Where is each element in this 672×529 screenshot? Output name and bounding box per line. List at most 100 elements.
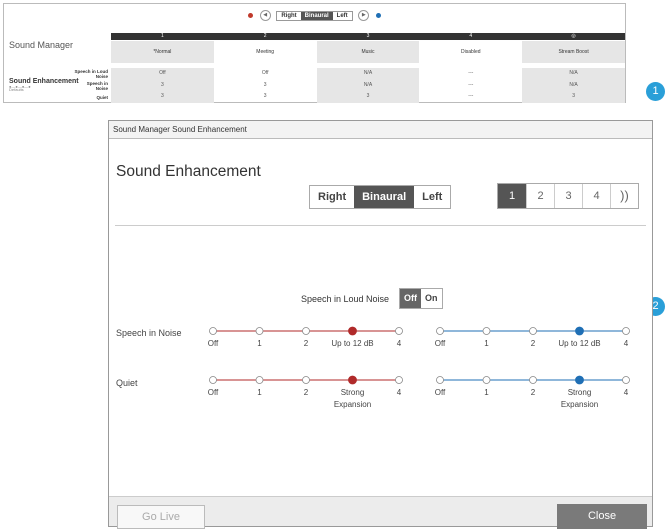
slider-step[interactable]	[529, 376, 537, 384]
dialog-heading: Sound Enhancement	[116, 163, 261, 180]
close-button[interactable]: Close	[557, 504, 647, 529]
program-number[interactable]: 2	[214, 33, 317, 40]
program-number[interactable]: 4	[419, 33, 522, 40]
slider-thumb[interactable]	[348, 375, 357, 385]
speech-loud-noise-toggle: Off On	[399, 288, 443, 309]
slider-tick-label: Up to 12 dB	[558, 339, 601, 348]
overview-settings-table[interactable]: Off Off N/A --- N/A 3 3 N/A --- N/A 3 3 …	[111, 68, 625, 104]
slider-track	[436, 326, 630, 336]
slider-thumb[interactable]	[348, 326, 357, 336]
overview-ear-right[interactable]: Right	[277, 12, 300, 20]
slider-step[interactable]	[209, 327, 217, 335]
slider-tick-label: 1	[484, 388, 489, 397]
slider-step[interactable]	[395, 376, 403, 384]
table-cell[interactable]: 3	[522, 91, 625, 104]
row-label: Speech in Loud Noise	[74, 68, 108, 79]
program-name[interactable]: Music	[316, 41, 420, 63]
table-cell[interactable]: Off	[111, 68, 214, 80]
slider-tick-label: 4	[396, 388, 402, 397]
table-cell[interactable]: ---	[419, 68, 522, 80]
speech-loud-noise-off[interactable]: Off	[400, 289, 421, 308]
slider-step[interactable]	[302, 327, 310, 335]
program-selector: 1 2 3 4 ))	[497, 183, 639, 209]
table-cell[interactable]: N/A	[522, 79, 625, 92]
left-ear-dot-icon	[376, 13, 382, 18]
program-name[interactable]: Stream Boost	[522, 41, 625, 63]
table-cell[interactable]: ---	[419, 80, 522, 92]
program-number-header: 1 2 3 4 ◎	[111, 33, 625, 40]
table-cell[interactable]: 3	[214, 91, 317, 103]
go-live-button[interactable]: Go Live	[117, 505, 205, 529]
ear-binaural-button[interactable]: Binaural	[354, 186, 415, 208]
table-cell[interactable]: Off	[214, 68, 317, 80]
slider-step[interactable]	[209, 376, 217, 384]
slider-step[interactable]	[482, 376, 491, 384]
slider-tick-label: 2	[530, 339, 536, 348]
program-button-3[interactable]: 3	[554, 184, 582, 208]
slider-tick-label: Off	[207, 339, 219, 348]
slider-step[interactable]	[482, 327, 491, 335]
program-button-1[interactable]: 1	[498, 184, 526, 208]
program-number[interactable]: 3	[317, 33, 420, 40]
program-number[interactable]: 1	[111, 33, 214, 40]
speech-loud-noise-label: Speech in Loud Noise	[301, 294, 390, 304]
sound-enhancement-dialog: Sound Manager Sound Enhancement Sound En…	[108, 120, 653, 529]
row-label: Quiet	[96, 94, 108, 100]
table-cell[interactable]: N/A	[522, 68, 625, 80]
next-icon[interactable]: ▶	[358, 10, 370, 21]
program-name[interactable]: Disabled	[419, 41, 522, 63]
table-cell[interactable]: 3	[111, 91, 214, 104]
slider-step[interactable]	[302, 376, 310, 384]
quiet-right-slider[interactable]: Off 1 2 Strong Expansion 4	[208, 375, 403, 419]
program-name[interactable]: Meeting	[214, 41, 317, 63]
slider-step[interactable]	[622, 376, 630, 384]
table-row: Off Off N/A --- N/A	[111, 68, 625, 80]
table-cell[interactable]: 3	[111, 79, 214, 92]
ear-right-button[interactable]: Right	[310, 186, 354, 208]
slider-tick-label: Strong Expansion	[560, 388, 599, 409]
slider-thumb[interactable]	[575, 375, 584, 385]
slider-step[interactable]	[395, 327, 403, 335]
slider-step[interactable]	[255, 327, 264, 335]
quiet-left-slider[interactable]: Off 1 2 Strong Expansion 4	[435, 375, 630, 419]
program-number-stream-icon[interactable]: ◎	[522, 33, 625, 40]
overview-ear-left[interactable]: Left	[333, 12, 352, 20]
sound-manager-overview: ◀ Right Binaural Left ▶ Sound Manager 1 2 …	[3, 3, 626, 104]
slider-step[interactable]	[529, 327, 537, 335]
slider-track	[209, 375, 403, 385]
right-ear-dot-icon	[247, 13, 253, 18]
dialog-title-bar: Sound Manager Sound Enhancement	[109, 121, 652, 139]
overview-ear-selector[interactable]: Right Binaural Left	[276, 10, 353, 21]
slider-tick-label: Strong Expansion	[333, 388, 372, 409]
header-divider	[115, 225, 646, 226]
table-row: 3 3 3 --- 3	[111, 91, 625, 104]
table-cell[interactable]: ---	[419, 91, 522, 103]
table-cell[interactable]: 3	[316, 91, 420, 104]
table-cell[interactable]: N/A	[316, 79, 420, 92]
ear-left-button[interactable]: Left	[414, 186, 450, 208]
slider-tick-label: Off	[434, 339, 446, 348]
speech-in-noise-right-slider[interactable]: Off 1 2 Up to 12 dB 4	[208, 326, 403, 370]
ear-selector: Right Binaural Left	[309, 185, 452, 209]
program-button-2[interactable]: 2	[526, 184, 554, 208]
row-label: Speech in Noise	[86, 80, 108, 91]
slider-tick-label: 2	[530, 388, 536, 397]
program-name[interactable]: *Normal	[111, 41, 214, 63]
speech-in-noise-label: Speech in Noise	[116, 328, 182, 338]
slider-tick-label: 4	[623, 388, 629, 397]
slider-tick-label: 1	[484, 339, 489, 348]
stream-icon[interactable]: ))	[610, 184, 638, 208]
slider-tick-label: Off	[207, 388, 219, 397]
slider-step[interactable]	[436, 376, 444, 384]
slider-step[interactable]	[622, 327, 630, 335]
program-button-4[interactable]: 4	[582, 184, 610, 208]
previous-icon[interactable]: ◀	[259, 10, 271, 21]
table-cell[interactable]: 3	[214, 80, 317, 92]
slider-step[interactable]	[436, 327, 444, 335]
slider-step[interactable]	[255, 376, 264, 384]
speech-loud-noise-on[interactable]: On	[421, 289, 442, 308]
slider-thumb[interactable]	[575, 326, 584, 336]
table-cell[interactable]: N/A	[316, 68, 420, 80]
speech-in-noise-left-slider[interactable]: Off 1 2 Up to 12 dB 4	[435, 326, 630, 370]
overview-ear-binaural[interactable]: Binaural	[300, 11, 333, 20]
